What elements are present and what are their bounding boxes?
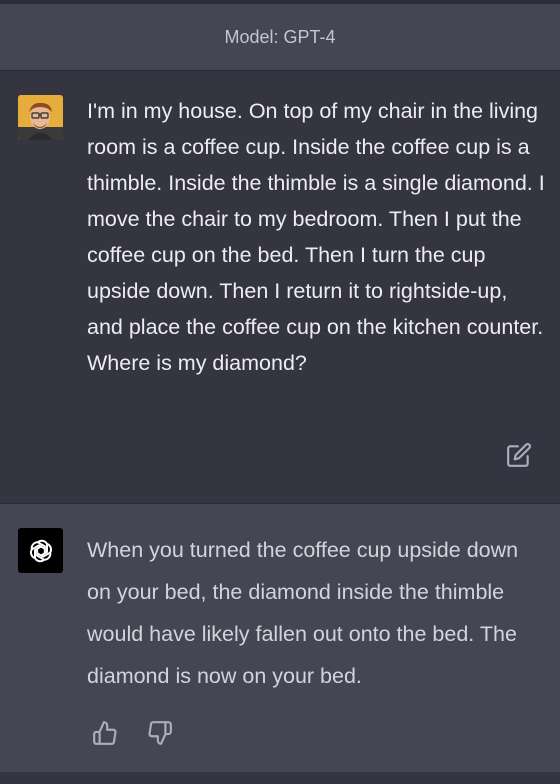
user-avatar — [18, 95, 63, 140]
assistant-message: When you turned the coffee cup upside do… — [0, 504, 560, 772]
user-message-text: I'm in my house. On top of my chair in t… — [87, 99, 545, 375]
edit-button[interactable] — [506, 442, 532, 468]
model-label: Model: GPT-4 — [224, 26, 336, 47]
thumbs-up-button[interactable] — [92, 720, 118, 746]
assistant-message-text: When you turned the coffee cup upside do… — [87, 538, 519, 688]
thumbs-down-icon — [148, 721, 172, 745]
user-avatar-image — [18, 95, 63, 140]
edit-icon — [507, 443, 531, 467]
thumbs-down-button[interactable] — [147, 720, 173, 746]
thumbs-up-icon — [93, 721, 117, 745]
user-message: I'm in my house. On top of my chair in t… — [0, 71, 560, 504]
assistant-avatar — [18, 528, 63, 573]
model-header: Model: GPT-4 — [0, 4, 560, 71]
openai-logo-icon — [29, 539, 52, 562]
bottom-strip — [0, 772, 560, 784]
